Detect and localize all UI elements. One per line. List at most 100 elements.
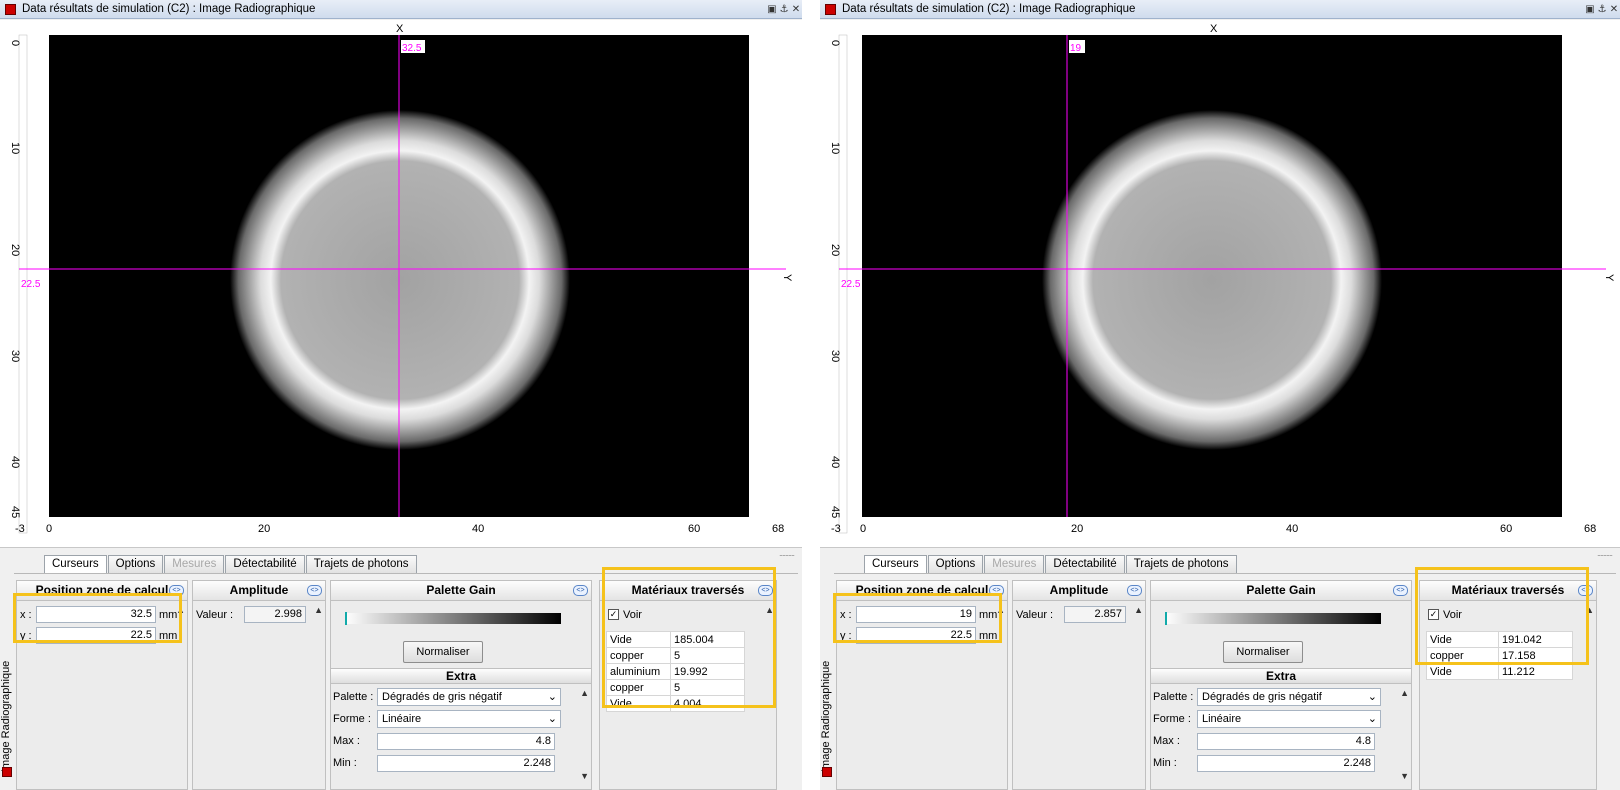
scroll-up-icon[interactable]: ▲ (1134, 605, 1143, 615)
normalize-button[interactable]: Normaliser (403, 641, 483, 663)
y-tick: 10 (829, 142, 841, 154)
scroll-down-icon[interactable]: ▼ (1400, 771, 1409, 781)
tab-mesures[interactable]: Mesures (984, 555, 1045, 573)
tab-trajets-photons[interactable]: Trajets de photons (305, 555, 417, 573)
tab-bar: Curseurs Options Mesures Détectabilité T… (864, 555, 1238, 573)
side-tab-label[interactable]: Image Radiographique (0, 648, 14, 784)
scroll-up-icon[interactable]: ▲ (996, 605, 1005, 615)
tab-mesures[interactable]: Mesures (164, 555, 225, 573)
restore-icon[interactable]: ▣ (1584, 4, 1596, 15)
amplitude-value: 2.857 (1064, 606, 1126, 623)
forme-select-label: Forme : (333, 713, 371, 725)
side-tab-icon (822, 767, 832, 777)
amplitude-label: Valeur : (196, 608, 234, 621)
material-name: Vide (1426, 663, 1499, 680)
scroll-down-icon[interactable]: ▼ (580, 771, 589, 781)
min-input[interactable]: 2.248 (377, 754, 555, 772)
x-tick: -3 (15, 523, 25, 535)
max-input[interactable]: 4.8 (1197, 732, 1375, 750)
app-icon (5, 3, 16, 15)
materials-panel: Matériaux traversés <> ▲ ✓ Voir Vide 191.0… (1419, 580, 1597, 790)
window-titlebar[interactable]: Data résultats de simulation (C2) : Imag… (820, 0, 1620, 19)
palette-select-label: Palette : (1153, 691, 1194, 703)
gain-marker[interactable] (1165, 612, 1167, 625)
pin-icon[interactable]: ⚓ (1596, 4, 1608, 15)
scroll-up-icon[interactable]: ▲ (580, 688, 589, 698)
x-axis-label: X (396, 23, 404, 35)
splitter-handle[interactable]: .......... (779, 548, 795, 558)
palette-select-value: Dégradés de gris négatif (1202, 691, 1322, 703)
x-tick: 20 (258, 523, 270, 535)
x-position-input[interactable]: 32.5 (36, 606, 156, 623)
table-row: aluminium 19.992 (606, 663, 745, 680)
forme-select[interactable]: Linéaire ⌄ (377, 710, 561, 728)
object-disc (230, 110, 570, 450)
table-row: Vide 4.004 (606, 695, 745, 712)
material-value: 185.004 (670, 631, 745, 648)
tab-trajets-photons[interactable]: Trajets de photons (1125, 555, 1237, 573)
collapse-icon[interactable]: <> (1578, 585, 1593, 596)
min-input[interactable]: 2.248 (1197, 754, 1375, 772)
scroll-up-icon[interactable]: ▲ (1400, 688, 1409, 698)
y-tick: 45 (829, 506, 841, 518)
cursor-panels: Position zone de calcul <> ▲ x : 19 mm y … (834, 573, 1616, 790)
close-icon[interactable]: ✕ (1608, 4, 1620, 15)
x-position-input[interactable]: 19 (856, 606, 976, 623)
collapse-icon[interactable]: <> (573, 585, 588, 596)
max-label: Max : (1153, 735, 1180, 747)
scroll-up-icon[interactable]: ▲ (176, 605, 185, 615)
x-tick: -3 (831, 523, 841, 535)
tab-options[interactable]: Options (107, 555, 164, 573)
chevron-down-icon: ⌄ (1367, 713, 1377, 725)
cursor-y-label: 22.5 (841, 279, 861, 290)
voir-checkbox[interactable]: ✓ (1428, 609, 1439, 620)
splitter-handle[interactable]: .......... (1597, 548, 1613, 558)
pin-icon[interactable]: ⚓ (778, 4, 790, 15)
y-position-input[interactable]: 22.5 (36, 627, 156, 644)
tab-options[interactable]: Options (927, 555, 984, 573)
y-tick: 20 (829, 244, 841, 256)
palette-select[interactable]: Dégradés de gris négatif ⌄ (377, 688, 561, 706)
material-name: Vide (606, 631, 671, 648)
tab-curseurs[interactable]: Curseurs (44, 555, 107, 573)
max-input[interactable]: 4.8 (377, 732, 555, 750)
collapse-icon[interactable]: <> (1393, 585, 1408, 596)
y-tick: 45 (9, 506, 21, 518)
side-tab-icon (2, 767, 12, 777)
tab-detectabilite[interactable]: Détectabilité (225, 555, 305, 573)
side-tab-label[interactable]: Image Radiographique (820, 648, 834, 784)
tab-detectabilite[interactable]: Détectabilité (1045, 555, 1125, 573)
min-label: Min : (333, 757, 357, 769)
collapse-icon[interactable]: <> (758, 585, 773, 596)
y-position-input[interactable]: 22.5 (856, 627, 976, 644)
gain-gradient-bar (1165, 613, 1381, 624)
table-row: copper 5 (606, 679, 745, 696)
scroll-up-icon[interactable]: ▲ (765, 605, 774, 615)
y-tick: 0 (9, 40, 21, 46)
window-titlebar[interactable]: Data résultats de simulation (C2) : Imag… (0, 0, 802, 19)
forme-select[interactable]: Linéaire ⌄ (1197, 710, 1381, 728)
voir-checkbox[interactable]: ✓ (608, 609, 619, 620)
cursor-x-label: 32.5 (402, 43, 422, 54)
collapse-icon[interactable]: <> (989, 585, 1004, 596)
palette-select-label: Palette : (333, 691, 374, 703)
gain-marker[interactable] (345, 612, 347, 625)
x-tick: 60 (1500, 523, 1512, 535)
collapse-icon[interactable]: <> (307, 585, 322, 596)
close-icon[interactable]: ✕ (790, 4, 802, 15)
amplitude-panel-title: Amplitude (229, 583, 289, 597)
palette-select[interactable]: Dégradés de gris négatif ⌄ (1197, 688, 1381, 706)
scroll-up-icon[interactable]: ▲ (314, 605, 323, 615)
chevron-down-icon: ⌄ (547, 713, 557, 725)
collapse-icon[interactable]: <> (169, 585, 184, 596)
materials-panel-title: Matériaux traversés (1451, 583, 1565, 597)
radiograph-viewer[interactable]: -3 0 20 40 60 68 0 10 20 30 40 45 X Y 19… (820, 20, 1620, 548)
restore-icon[interactable]: ▣ (766, 4, 778, 15)
scroll-up-icon[interactable]: ▲ (1585, 605, 1594, 615)
collapse-icon[interactable]: <> (1127, 585, 1142, 596)
normalize-button[interactable]: Normaliser (1223, 641, 1303, 663)
radiograph-window-right: Data résultats de simulation (C2) : Imag… (820, 0, 1620, 790)
y-tick: 10 (9, 142, 21, 154)
tab-curseurs[interactable]: Curseurs (864, 555, 927, 573)
radiograph-viewer[interactable]: -3 0 20 40 60 68 0 10 20 30 40 45 X Y 32… (0, 20, 802, 548)
